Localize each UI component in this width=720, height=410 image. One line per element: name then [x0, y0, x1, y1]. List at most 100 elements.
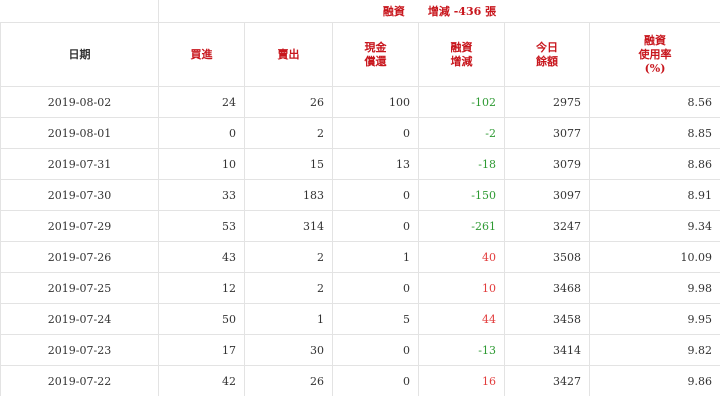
table-row: 2019-08-01 0 2 0 -2 3077 8.85: [0, 117, 720, 149]
col-buy-cell: 17: [158, 334, 245, 366]
column-header-row: 日期 買進 賣出 現金 償還 融資 增減 今日 餘額 融資 使用率 (%): [0, 22, 720, 87]
col-buy-cell: 43: [158, 241, 245, 273]
col-buy-cell: 10: [158, 148, 245, 180]
col-cash-repay-cell: 100: [332, 86, 419, 118]
col-margin-change-cell: -2: [418, 117, 505, 149]
column-header-text: 買進: [190, 47, 213, 61]
col-margin-change-cell: 40: [418, 241, 505, 273]
column-header-text: 今日: [536, 40, 558, 54]
col-margin-change-cell: 16: [418, 365, 505, 396]
col-date-cell: 2019-07-30: [0, 179, 159, 211]
table-row: 2019-07-22 42 26 0 16 3427 9.86: [0, 365, 720, 396]
column-header-text: 增減: [450, 54, 473, 68]
col-margin-change-cell: -102: [418, 86, 505, 118]
table-row: 2019-07-31 10 15 13 -18 3079 8.86: [0, 148, 720, 180]
col-date-cell: 2019-07-22: [0, 365, 159, 396]
col-cash-repay-cell: 0: [332, 210, 419, 242]
col-buy-cell: 42: [158, 365, 245, 396]
col-balance-cell: 3097: [504, 179, 590, 211]
col-buy-cell: 50: [158, 303, 245, 335]
col-usage-rate-cell: 9.34: [588, 210, 720, 242]
col-cash-repay-header: 現金 償還: [332, 22, 419, 87]
col-balance-cell: 3077: [504, 117, 590, 149]
margin-table: 融資 增減 -436 張 日期 買進 賣出 現金 償還 融資 增減 今日 餘額 融資 使用率 (%) …: [0, 0, 720, 396]
table-row: 2019-08-02 24 26 100 -102 2975 8.56: [0, 86, 720, 118]
col-cash-repay-cell: 0: [332, 272, 419, 304]
summary-cell: 融資 增減 -436 張: [157, 0, 720, 23]
col-margin-change-cell: 44: [418, 303, 505, 335]
col-date-cell: 2019-07-25: [0, 272, 159, 304]
column-header-text: 償還: [364, 54, 387, 68]
summary-change-value: -436: [453, 5, 482, 18]
col-usage-rate-cell: 9.82: [588, 334, 720, 366]
col-date-header: 日期: [0, 22, 159, 87]
column-header-text: 現金: [364, 40, 387, 54]
col-sell-cell: 26: [244, 86, 333, 118]
col-balance-cell: 3427: [504, 365, 590, 396]
col-cash-repay-cell: 0: [332, 179, 419, 211]
table-row: 2019-07-24 50 1 5 44 3458 9.95: [0, 303, 720, 335]
col-date-cell: 2019-08-01: [0, 117, 159, 149]
summary-spacer: [0, 0, 159, 23]
table-body: 2019-08-02 24 26 100 -102 2975 8.56 2019-08-01 0…: [0, 86, 720, 396]
col-date-cell: 2019-07-26: [0, 241, 159, 273]
col-buy-cell: 33: [158, 179, 245, 211]
col-balance-cell: 3414: [504, 334, 590, 366]
table-row: 2019-07-30 33 183 0 -150 3097 8.91: [0, 179, 720, 211]
col-balance-cell: 3458: [504, 303, 590, 335]
col-usage-rate-cell: 9.98: [588, 272, 720, 304]
col-balance-cell: 3247: [504, 210, 590, 242]
col-sell-cell: 26: [244, 365, 333, 396]
table-row: 2019-07-29 53 314 0 -261 3247 9.34: [0, 210, 720, 242]
col-usage-rate-cell: 9.86: [588, 365, 720, 396]
col-sell-cell: 1: [244, 303, 333, 335]
column-header-text: 融資: [450, 40, 473, 54]
col-sell-cell: 2: [244, 117, 333, 149]
col-buy-cell: 12: [158, 272, 245, 304]
col-balance-cell: 3508: [504, 241, 590, 273]
col-sell-header: 賣出: [244, 22, 333, 87]
column-header-text: 融資: [644, 33, 666, 47]
col-margin-change-cell: -150: [418, 179, 505, 211]
column-header-text: 賣出: [277, 47, 300, 61]
col-usage-rate-cell: 8.86: [588, 148, 720, 180]
summary-row: 融資 增減 -436 張: [0, 0, 720, 23]
col-sell-cell: 30: [244, 334, 333, 366]
col-date-cell: 2019-07-24: [0, 303, 159, 335]
col-cash-repay-cell: 0: [332, 334, 419, 366]
col-margin-change-cell: 10: [418, 272, 505, 304]
table-row: 2019-07-26 43 2 1 40 3508 10.09: [0, 241, 720, 273]
col-margin-change-cell: -13: [418, 334, 505, 366]
col-buy-header: 買進: [158, 22, 245, 87]
col-balance-header: 今日 餘額: [504, 22, 590, 87]
col-buy-cell: 53: [158, 210, 245, 242]
col-balance-cell: 3079: [504, 148, 590, 180]
col-margin-change-cell: -18: [418, 148, 505, 180]
col-usage-rate-cell: 8.56: [588, 86, 720, 118]
col-balance-cell: 3468: [504, 272, 590, 304]
col-date-cell: 2019-07-31: [0, 148, 159, 180]
column-header-text: (%): [644, 61, 666, 75]
column-header-text: 日期: [68, 47, 91, 61]
col-date-cell: 2019-08-02: [0, 86, 159, 118]
col-sell-cell: 314: [244, 210, 333, 242]
col-sell-cell: 15: [244, 148, 333, 180]
col-buy-cell: 0: [158, 117, 245, 149]
margin-trading-panel: 融資 增減 -436 張 日期 買進 賣出 現金 償還 融資 增減 今日 餘額 融資 使用率 (%) …: [0, 0, 720, 410]
summary-unit: 張: [485, 5, 497, 18]
col-margin-change-cell: -261: [418, 210, 505, 242]
col-date-cell: 2019-07-29: [0, 210, 159, 242]
col-usage-rate-cell: 9.95: [588, 303, 720, 335]
col-date-cell: 2019-07-23: [0, 334, 159, 366]
col-sell-cell: 183: [244, 179, 333, 211]
col-cash-repay-cell: 5: [332, 303, 419, 335]
column-header-text: 餘額: [536, 54, 558, 68]
column-header-text: 使用率: [638, 47, 672, 61]
col-sell-cell: 2: [244, 272, 333, 304]
summary-label: 融資: [382, 5, 405, 18]
col-cash-repay-cell: 1: [332, 241, 419, 273]
col-usage-rate-header: 融資 使用率 (%): [588, 22, 720, 87]
table-row: 2019-07-25 12 2 0 10 3468 9.98: [0, 272, 720, 304]
table-row: 2019-07-23 17 30 0 -13 3414 9.82: [0, 334, 720, 366]
col-buy-cell: 24: [158, 86, 245, 118]
